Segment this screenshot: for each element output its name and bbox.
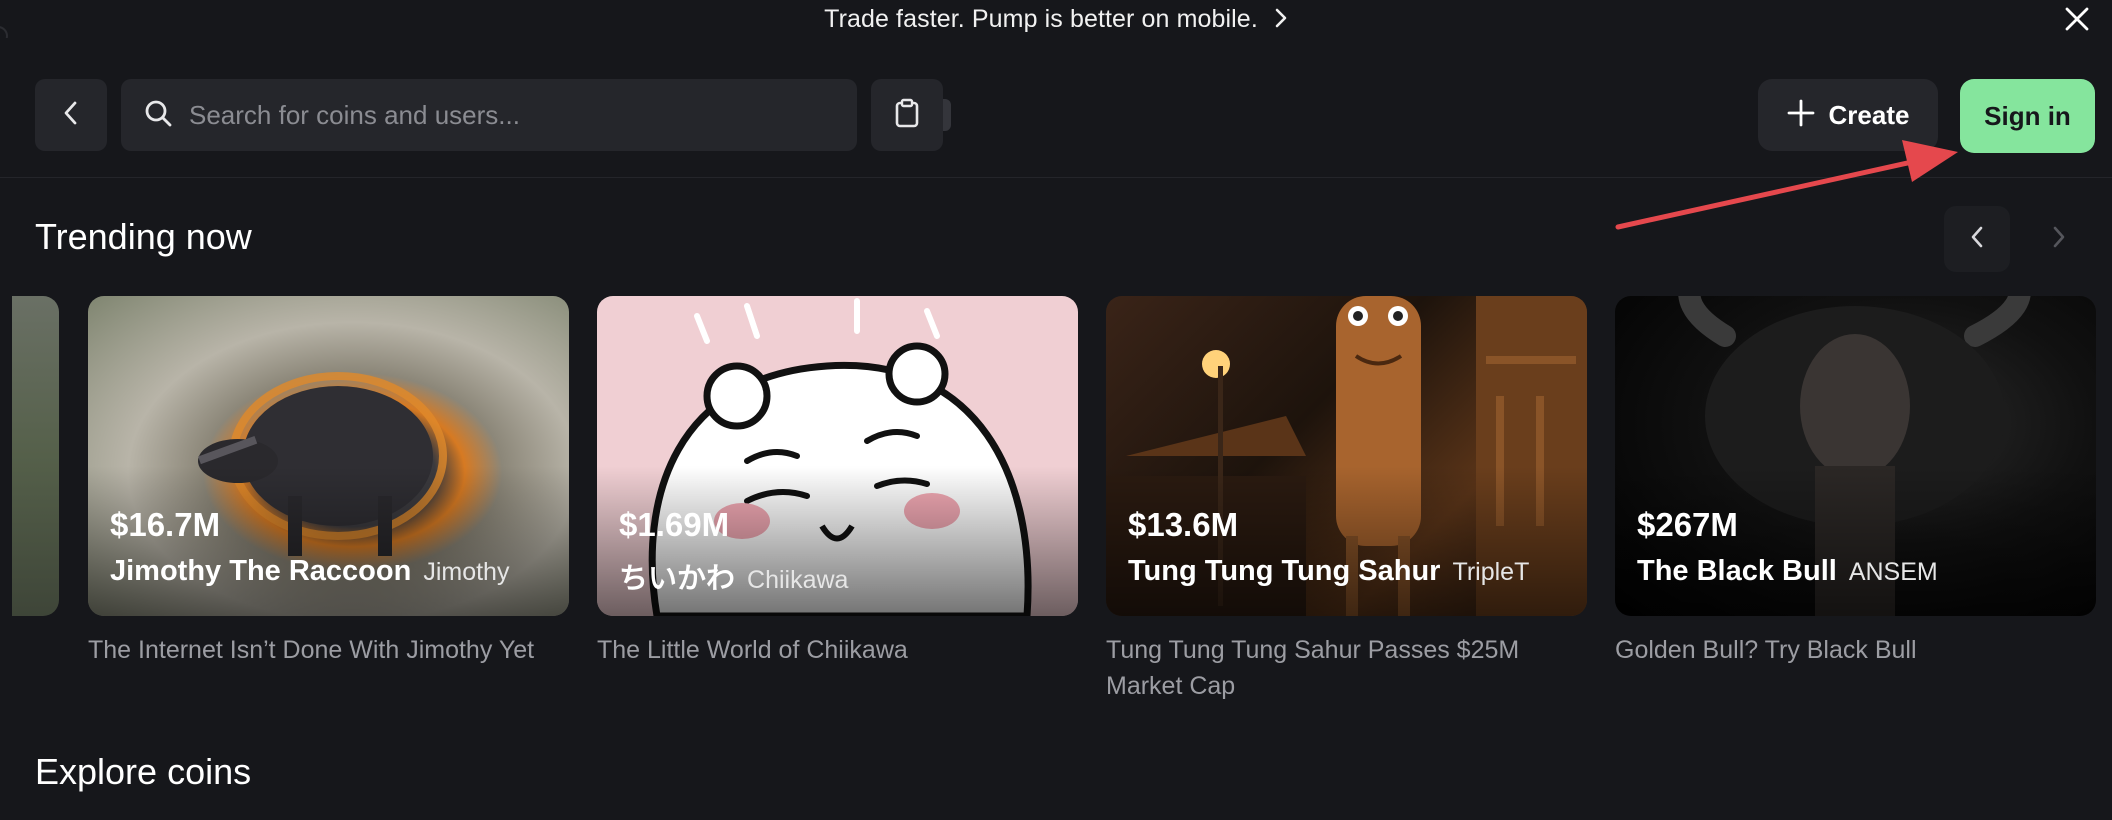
card-coin-ticker: TripleT — [1452, 558, 1530, 586]
card-market-cap: $13.6M — [1128, 506, 1239, 543]
close-icon[interactable] — [2060, 2, 2094, 36]
card-description[interactable]: The Little World of Chiikawa — [597, 632, 1057, 668]
coin-card-partial[interactable] — [12, 296, 59, 616]
card-coin-ticker: Chiikawa — [747, 566, 849, 594]
top-navbar: ⌘ K Create Sign in — [0, 38, 2112, 178]
coin-card[interactable]: $1.69M ちいかわ Chiikawa The Little World of… — [597, 296, 1078, 668]
clipboard-icon — [894, 98, 920, 133]
coin-card[interactable]: $16.7M Jimothy The Raccoon Jimothy The I… — [88, 296, 569, 668]
search-input[interactable] — [189, 95, 729, 135]
banner-text[interactable]: Trade faster. Pump is better on mobile. — [824, 5, 1258, 34]
search-box[interactable]: ⌘ K — [121, 79, 951, 151]
card-title-row: Jimothy The Raccoon Jimothy — [110, 555, 509, 588]
mobile-promo-banner[interactable]: Trade faster. Pump is better on mobile. — [0, 0, 2112, 38]
coin-card[interactable]: $13.6M Tung Tung Tung Sahur TripleT Tung… — [1106, 296, 1587, 704]
chevron-left-icon — [62, 100, 80, 131]
card-market-cap: $267M — [1637, 506, 1738, 543]
chevron-right-icon — [2051, 225, 2067, 254]
clipboard-button[interactable] — [871, 79, 943, 151]
card-coin-ticker: ANSEM — [1848, 558, 1938, 586]
card-title-row: Tung Tung Tung Sahur TripleT — [1128, 555, 1529, 588]
coin-card[interactable]: $267M The Black Bull ANSEM Golden Bull? … — [1615, 296, 2096, 668]
sign-in-button[interactable]: Sign in — [1960, 79, 2095, 153]
explore-section-title: Explore coins — [35, 751, 252, 792]
coin-image[interactable]: $267M The Black Bull ANSEM — [1615, 296, 2096, 616]
back-button[interactable] — [35, 79, 107, 151]
search-icon — [143, 98, 173, 133]
create-label: Create — [1828, 99, 1910, 130]
trending-section-title: Trending now — [35, 216, 252, 257]
card-market-cap: $16.7M — [110, 506, 221, 543]
card-title-row: The Black Bull ANSEM — [1637, 555, 1938, 588]
card-title-row: ちいかわ Chiikawa — [619, 555, 848, 597]
card-coin-name: ちいかわ — [619, 563, 736, 595]
chevron-right-icon[interactable] — [1274, 8, 1288, 33]
card-description[interactable]: The Internet Isn’t Done With Jimothy Yet — [88, 632, 548, 668]
card-coin-name: The Black Bull — [1637, 555, 1837, 587]
sign-in-label: Sign in — [1984, 100, 2071, 131]
card-coin-name: Jimothy The Raccoon — [110, 555, 412, 587]
chevron-left-icon — [1969, 225, 1985, 254]
carousel-next-button[interactable] — [2026, 206, 2092, 272]
carousel-prev-button[interactable] — [1944, 206, 2010, 272]
coin-image[interactable]: $1.69M ちいかわ Chiikawa — [597, 296, 1078, 616]
coin-image[interactable]: $16.7M Jimothy The Raccoon Jimothy — [88, 296, 569, 616]
plus-icon — [1787, 99, 1815, 132]
card-coin-ticker: Jimothy — [423, 558, 510, 586]
card-description[interactable]: Tung Tung Tung Sahur Passes $25M Market … — [1106, 632, 1566, 704]
card-coin-name: Tung Tung Tung Sahur — [1128, 555, 1441, 587]
coin-image[interactable]: $13.6M Tung Tung Tung Sahur TripleT — [1106, 296, 1587, 616]
create-button[interactable]: Create — [1758, 79, 1938, 151]
card-description[interactable]: Golden Bull? Try Black Bull — [1615, 632, 2075, 668]
card-market-cap: $1.69M — [619, 506, 730, 543]
